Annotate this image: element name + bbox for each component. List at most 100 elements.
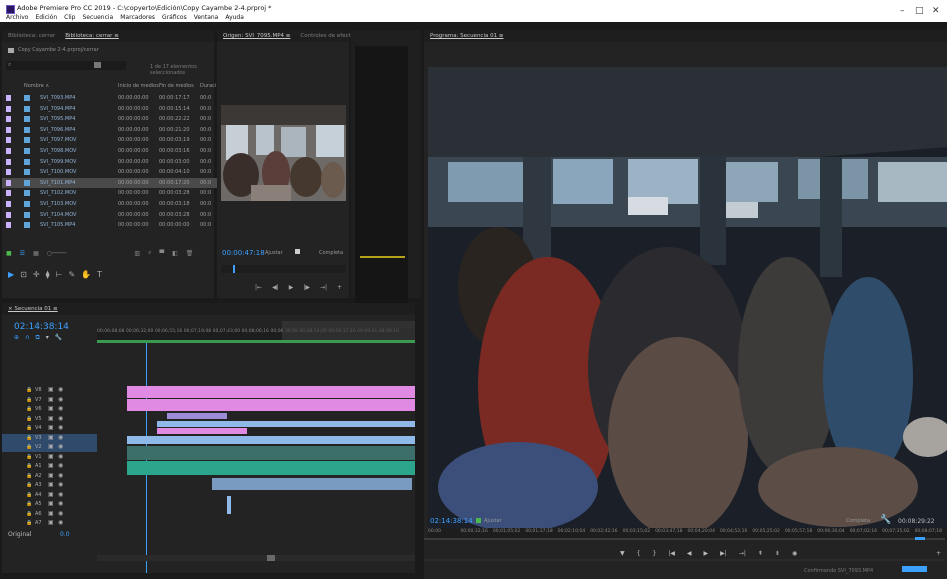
master-value[interactable]: 0.0 [60, 531, 70, 538]
razor-tool-icon[interactable]: ⧫ [46, 270, 50, 279]
track-lock-icon[interactable]: 🔒 [26, 387, 32, 393]
track-eye-icon[interactable]: ◉ [58, 415, 63, 422]
track-toggle-icon[interactable]: ▣ [48, 396, 54, 403]
go-out-icon[interactable]: →| [320, 284, 327, 291]
clip-list-item[interactable]: SVI_7094.MP4 00:00:00:00 00:00:15:14 00:0 [2, 104, 226, 114]
clip-v8[interactable] [127, 386, 415, 398]
track-lock-icon[interactable]: 🔒 [26, 473, 32, 479]
timeline-scroll-thumb[interactable] [267, 555, 275, 561]
timeline-hscroll[interactable] [97, 555, 415, 561]
track-toggle-icon[interactable]: ▣ [48, 481, 54, 488]
clip-list-item[interactable]: SVI_7096.MP4 00:00:00:00 00:00:21:20 00:0 [2, 125, 226, 135]
track-header[interactable]: 🔒 A3 ▣ ◉ [2, 481, 97, 490]
track-lock-icon[interactable]: 🔒 [26, 492, 32, 498]
extract-icon[interactable]: ⇟ [775, 550, 780, 557]
track-toggle-icon[interactable]: ▣ [48, 510, 54, 517]
source-timecode[interactable]: 00:00:47:18 [222, 249, 265, 257]
program-play-icon[interactable]: ▶ [704, 550, 709, 557]
new-bin-icon[interactable] [94, 62, 101, 68]
linked-selection-icon[interactable]: ⧉ [35, 334, 39, 342]
source-wrench-icon[interactable] [295, 249, 300, 254]
menu-secuencia[interactable]: Secuencia [83, 14, 114, 21]
track-header[interactable]: 🔒 A2 ▣ ◉ [2, 472, 97, 481]
track-header[interactable]: 🔒 V7 ▣ ◉ [2, 396, 97, 405]
track-toggle-icon[interactable]: ▣ [48, 462, 54, 469]
track-eye-icon[interactable]: ◉ [58, 453, 63, 460]
tab-program[interactable]: Programa: Secuencia 01 ≡ [430, 33, 503, 39]
track-eye-icon[interactable]: ◉ [58, 386, 63, 393]
program-mark-in-icon[interactable]: ▼ [620, 550, 625, 557]
track-eye-icon[interactable]: ◉ [58, 472, 63, 479]
trash-icon[interactable]: 🗑 [186, 250, 194, 257]
new-item-icon[interactable]: ◧ [172, 250, 178, 257]
clip-v5[interactable] [157, 421, 415, 427]
clip-list-item[interactable]: SVI_7103.MOV 00:00:00:00 00:00:03:18 00:0 [2, 199, 226, 209]
tab-effect-controls[interactable]: Controles de efectos [300, 33, 357, 39]
clip-list-item[interactable]: SVI_7095.MP4 00:00:00:00 00:00:22:22 00:0 [2, 114, 226, 124]
clip-list-item[interactable]: SVI_7100.MOV 00:00:00:00 00:00:04:10 00:0 [2, 167, 226, 177]
minimize-button[interactable]: – [900, 6, 905, 16]
track-toggle-icon[interactable]: ▣ [48, 491, 54, 498]
add-marker-icon[interactable]: ▾ [46, 334, 49, 342]
menu-ventana[interactable]: Ventana [194, 14, 219, 21]
track-lock-icon[interactable]: 🔒 [26, 416, 32, 422]
play-icon[interactable]: ▶ [289, 284, 294, 291]
track-lock-icon[interactable]: 🔒 [26, 406, 32, 412]
track-lock-icon[interactable]: 🔒 [26, 397, 32, 403]
clip-list-item[interactable]: SVI_7102.MOV 00:00:00:00 00:00:03:28 00:0 [2, 188, 226, 198]
track-eye-icon[interactable]: ◉ [58, 510, 63, 517]
list-view-icon[interactable]: ☰ [20, 250, 25, 257]
track-header[interactable]: 🔒 V8 ▣ ◉ [2, 386, 97, 395]
track-eye-icon[interactable]: ◉ [58, 424, 63, 431]
icon-view-icon[interactable]: ▦ [33, 250, 39, 257]
track-header[interactable]: 🔒 V1 ▣ ◉ [2, 453, 97, 462]
step-forward-icon[interactable]: |▶ [303, 284, 310, 291]
timeline-timecode[interactable]: 02:14:38:14 [14, 322, 69, 332]
program-mark-out-icon[interactable]: { [637, 550, 641, 557]
close-button[interactable]: ✕ [932, 6, 940, 16]
track-eye-icon[interactable]: ◉ [58, 434, 63, 441]
track-lock-icon[interactable]: 🔒 [26, 501, 32, 507]
track-lock-icon[interactable]: 🔒 [26, 463, 32, 469]
track-select-tool-icon[interactable]: ⊡ [20, 270, 27, 279]
clip-v3[interactable] [127, 436, 415, 444]
program-fit-select[interactable]: Ajustar [484, 518, 502, 524]
ripple-edit-tool-icon[interactable]: ✛ [33, 270, 40, 279]
program-scrubber[interactable] [424, 537, 945, 540]
track-toggle-icon[interactable]: ▣ [48, 472, 54, 479]
program-timecode[interactable]: 02:14:38:14 [430, 517, 473, 525]
tab-library[interactable]: Biblioteca: cerrar [8, 33, 55, 39]
clip-list-item[interactable]: SVI_7099.MOV 00:00:00:00 00:00:03:00 00:0 [2, 157, 226, 167]
track-lock-icon[interactable]: 🔒 [26, 511, 32, 517]
track-header[interactable]: 🔒 A5 ▣ ◉ [2, 500, 97, 509]
header-end[interactable]: Fin de medios [159, 83, 194, 89]
tab-sequence[interactable]: × Secuencia 01 ≡ [8, 306, 58, 312]
clip-v6a[interactable] [167, 413, 227, 419]
source-quality-select[interactable]: Completa [319, 250, 343, 256]
track-lock-icon[interactable]: 🔒 [26, 482, 32, 488]
program-add-icon[interactable]: + [936, 550, 941, 557]
step-back-icon[interactable]: ◀| [272, 284, 279, 291]
menu-graficos[interactable]: Gráficos [162, 14, 187, 21]
clip-list-item[interactable]: SVI_7097.MOV 00:00:00:00 00:00:03:19 00:0 [2, 135, 226, 145]
zoom-slider[interactable]: ○──── [47, 250, 67, 257]
automate-icon[interactable]: ▥ [134, 250, 140, 257]
program-back-icon[interactable]: ◀ [687, 550, 692, 557]
pen-tool-icon[interactable]: ✎ [68, 270, 75, 279]
track-toggle-icon[interactable]: ▣ [48, 405, 54, 412]
work-area-bar[interactable] [282, 321, 415, 341]
snap-icon[interactable]: ∩ [25, 334, 29, 342]
source-fit-select[interactable]: Ajustar [265, 250, 283, 256]
menu-marcadores[interactable]: Marcadores [120, 14, 155, 21]
track-eye-icon[interactable]: ◉ [58, 443, 63, 450]
track-toggle-icon[interactable]: ▣ [48, 500, 54, 507]
clip-a2[interactable] [227, 496, 231, 514]
clip-v7[interactable] [127, 399, 415, 411]
track-header[interactable]: 🔒 V6 ▣ ◉ [2, 405, 97, 414]
nest-icon[interactable]: ⊕ [14, 334, 19, 342]
clip-list-item[interactable]: SVI_7104.MOV 00:00:00:00 00:00:03:28 00:0 [2, 210, 226, 220]
tab-project[interactable]: Biblioteca: cerrar ≡ [65, 33, 119, 39]
menu-clip[interactable]: Clip [64, 14, 75, 21]
track-toggle-icon[interactable]: ▣ [48, 386, 54, 393]
settings-wrench-icon[interactable]: 🔧 [55, 334, 62, 342]
